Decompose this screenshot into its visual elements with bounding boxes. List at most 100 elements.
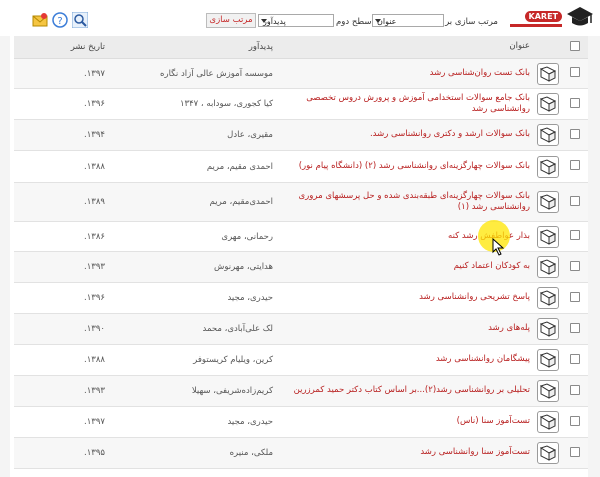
chevron-down-icon [261, 19, 267, 23]
book-author: احمدی‌مقیم، مریم [127, 182, 277, 222]
svg-text:?: ? [57, 16, 62, 27]
toolbar-icons: ? [32, 12, 90, 30]
publish-date: ۱۳۹۷. [14, 58, 127, 89]
book-author: احمدی مقیم، مریم [127, 150, 277, 183]
publish-date: ۱۳۸۹. [14, 182, 127, 222]
author-column-header[interactable]: پدیدآور [127, 36, 277, 59]
row-checkbox[interactable] [562, 344, 588, 376]
book-author: لک علی‌آبادی، محمد [127, 313, 277, 345]
date-column-header[interactable]: تاریخ نشر [14, 36, 127, 59]
book-title-link[interactable]: بانک سوالات چهارگزینه‌ای روانشناسی رشد (… [277, 150, 534, 183]
book-icon[interactable] [534, 344, 562, 376]
publish-date: ۱۳۸۸. [14, 344, 127, 376]
book-icon[interactable] [534, 58, 562, 89]
book-icon[interactable] [534, 282, 562, 314]
publish-date: ۱۳۹۷. [14, 406, 127, 438]
table-row[interactable]: تست‌آموز سنا (ناس) حیدری، مجید ۱۳۹۷. [14, 406, 588, 438]
book-author: حیدری، مجید [127, 406, 277, 438]
title-column-header[interactable]: عنوان [277, 36, 534, 59]
select-all-checkbox[interactable] [562, 36, 588, 59]
book-icon[interactable] [534, 251, 562, 283]
row-checkbox[interactable] [562, 182, 588, 222]
table-row[interactable]: بانک سوالات چهارگزینه‌ای روانشناسی رشد (… [14, 150, 588, 183]
publish-date: ۱۳۹۴. [14, 119, 127, 151]
logo-text: KARET [524, 11, 562, 22]
book-icon[interactable] [534, 88, 562, 120]
publish-date: ۱۳۹۰. [14, 313, 127, 345]
book-title-link[interactable]: بانک تست روان‌شناسی رشد [277, 58, 534, 89]
row-checkbox[interactable] [562, 251, 588, 283]
book-title-link[interactable]: به کودکان اعتماد کنیم [277, 251, 534, 283]
second-level-select[interactable]: پدیدآور [258, 14, 334, 27]
book-title-link[interactable]: بانک سوالات ارشد و دکتری روانشناسی رشد. [277, 119, 534, 151]
book-author: هدایتی، مهرنوش [127, 251, 277, 283]
sort-by-select[interactable]: عنوان [372, 14, 444, 27]
karet-logo: KARET [506, 4, 594, 32]
icon-column-header [534, 36, 562, 59]
row-checkbox[interactable] [562, 313, 588, 345]
table-row[interactable]: بانک جامع سوالات استخدامی آموزش و پرورش … [14, 88, 588, 120]
book-title-link[interactable]: پله‌های رشد [277, 313, 534, 345]
row-checkbox[interactable] [562, 375, 588, 407]
mail-icon[interactable] [32, 12, 48, 28]
row-checkbox[interactable] [562, 282, 588, 314]
scrollbar[interactable] [588, 36, 600, 477]
book-icon[interactable] [534, 119, 562, 151]
table-row[interactable]: پاسخ تشریحی روانشناسی رشد حیدری، مجید ۱۳۹۶… [14, 282, 588, 314]
book-title-link[interactable]: تحلیلی بر روانشناسی رشد(۲)...بر اساس کتا… [277, 375, 534, 407]
row-checkbox[interactable] [562, 119, 588, 151]
book-icon[interactable] [534, 437, 562, 469]
table-row[interactable]: پله‌های رشد لک علی‌آبادی، محمد ۱۳۹۰. [14, 313, 588, 345]
row-checkbox[interactable] [562, 58, 588, 89]
row-checkbox[interactable] [562, 437, 588, 469]
book-title-link[interactable]: تست‌آموز سنا (ناس) [277, 406, 534, 438]
table-row[interactable]: بانک تست روان‌شناسی رشد موسسه آموزش عالی … [14, 58, 588, 89]
logo-underline [510, 24, 562, 27]
book-icon[interactable] [534, 221, 562, 252]
book-title-link[interactable]: پیشگامان روانشناسی رشد [277, 344, 534, 376]
table-header-row: عنوان پدیدآور تاریخ نشر [14, 36, 588, 59]
publish-date: ۱۳۹۵. [14, 437, 127, 469]
book-icon[interactable] [534, 375, 562, 407]
publish-date: ۱۳۹۳. [14, 251, 127, 283]
publish-date: ۱۳۸۸. [14, 150, 127, 183]
row-checkbox[interactable] [562, 406, 588, 438]
book-icon[interactable] [534, 313, 562, 345]
book-author: ملکی، منیره [127, 437, 277, 469]
sort-button[interactable]: مرتب سازی [206, 13, 256, 28]
book-author: موسسه آموزش عالی آزاد نگاره [127, 58, 277, 89]
table-row[interactable]: بانک سوالات چهارگزینه‌ای طبقه‌بندی شده و… [14, 182, 588, 222]
table-row[interactable]: تست‌آموز سنا روانشناسی رشد ملکی، منیره ۱۳۹… [14, 437, 588, 469]
book-author: حیدری، مجید [127, 282, 277, 314]
toolbar: KARET مرتب سازی بر اساس عنوان سطح دوم پد… [0, 0, 600, 36]
row-checkbox[interactable] [562, 88, 588, 120]
search-icon[interactable] [72, 12, 88, 28]
book-icon[interactable] [534, 150, 562, 183]
row-checkbox[interactable] [562, 221, 588, 252]
publish-date: ۱۳۹۶. [14, 88, 127, 120]
publish-date: ۱۳۸۶. [14, 221, 127, 252]
book-title-link[interactable]: بانک جامع سوالات استخدامی آموزش و پرورش … [277, 88, 534, 120]
table-row[interactable]: بانک سوالات ارشد و دکتری روانشناسی رشد. م… [14, 119, 588, 151]
mouse-pointer-icon [492, 238, 505, 256]
publish-date: ۱۳۹۶. [14, 282, 127, 314]
book-title-link[interactable]: بانک سوالات چهارگزینه‌ای طبقه‌بندی شده و… [277, 182, 534, 222]
book-title-link[interactable]: پاسخ تشریحی روانشناسی رشد [277, 282, 534, 314]
book-author: کیا کجوری، سودابه ، ۱۳۴۷ [127, 88, 277, 120]
row-checkbox[interactable] [562, 150, 588, 183]
book-author: کریم‌زاده‌شریفی، سهیلا [127, 375, 277, 407]
book-icon[interactable] [534, 406, 562, 438]
table-row[interactable]: پیشگامان روانشناسی رشد کرین، ویلیام کریست… [14, 344, 588, 376]
help-icon[interactable]: ? [52, 12, 68, 28]
book-icon[interactable] [534, 182, 562, 222]
book-author: مقیری، عادل [127, 119, 277, 151]
left-gutter [0, 36, 10, 477]
publish-date: ۱۳۹۳. [14, 375, 127, 407]
book-author: رحمانی، مهری [127, 221, 277, 252]
book-title-link[interactable]: تست‌آموز سنا روانشناسی رشد [277, 437, 534, 469]
second-level-label: سطح دوم [336, 17, 372, 27]
chevron-down-icon [375, 19, 381, 23]
table-row[interactable]: به کودکان اعتماد کنیم هدایتی، مهرنوش ۱۳۹۳. [14, 251, 588, 283]
book-author: کرین، ویلیام کریستوفر [127, 344, 277, 376]
table-row[interactable]: تحلیلی بر روانشناسی رشد(۲)...بر اساس کتا… [14, 375, 588, 407]
